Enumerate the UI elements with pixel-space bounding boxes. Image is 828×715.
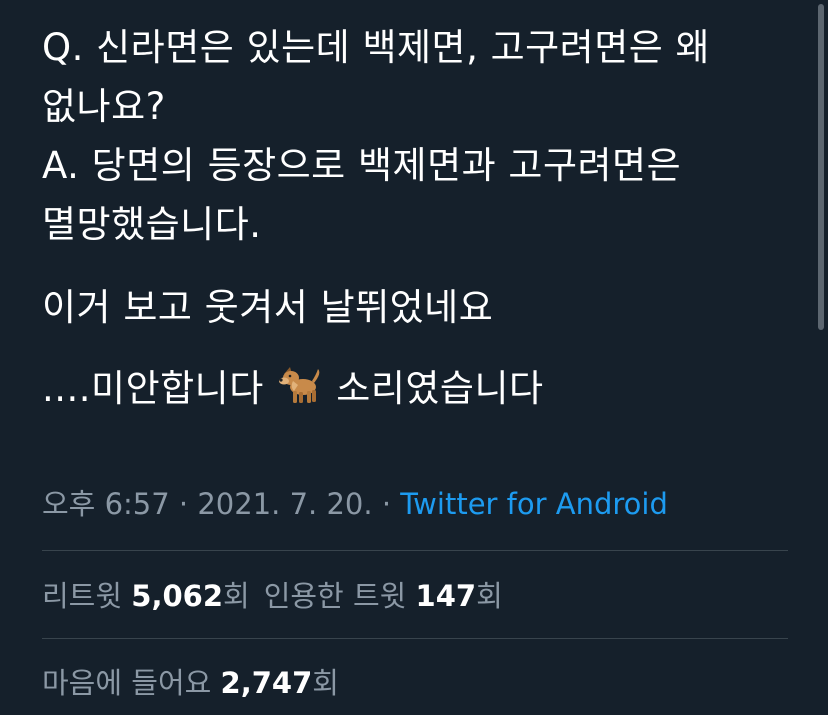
tweet-meta: 오후 6:57 · 2021. 7. 20. · Twitter for And… bbox=[42, 484, 668, 524]
likes-label: 마음에 들어요 bbox=[42, 666, 212, 700]
quote-tweets-count: 147 bbox=[415, 579, 477, 613]
tweet-text-line: 멸망했습니다. bbox=[42, 203, 262, 246]
tweet-text-line: 없나요? bbox=[42, 85, 166, 128]
meta-separator: · bbox=[178, 487, 189, 521]
tweet-text-line: Q. 신라면은 있는데 백제면, 고구려면은 왜 bbox=[42, 26, 711, 69]
retweets-link[interactable]: 리트윗 5,062회 bbox=[42, 579, 250, 613]
tweet-text-prefix: ....미안합니다 bbox=[42, 367, 264, 410]
divider bbox=[42, 550, 788, 551]
dog-icon bbox=[279, 367, 320, 403]
likes-link[interactable]: 마음에 들어요 2,747회 bbox=[42, 666, 339, 700]
like-stats: 마음에 들어요 2,747회 bbox=[42, 663, 339, 703]
tweet-time[interactable]: 오후 6:57 bbox=[42, 487, 170, 521]
tweet-text-line: 이거 보고 웃겨서 날뛰었네요 bbox=[42, 286, 494, 329]
tweet-text-suffix: 소리였습니다 bbox=[336, 367, 544, 410]
retweets-label: 리트윗 bbox=[42, 579, 123, 613]
scrollbar[interactable] bbox=[818, 4, 824, 330]
likes-unit: 회 bbox=[312, 666, 339, 700]
tweet-text-line: ....미안합니다 소리였습니다 bbox=[42, 359, 802, 418]
quote-tweets-link[interactable]: 인용한 트윗 147회 bbox=[264, 579, 503, 613]
retweet-stats: 리트윗 5,062회 인용한 트윗 147회 bbox=[42, 576, 503, 616]
quote-tweets-unit: 회 bbox=[476, 579, 503, 613]
tweet-text: Q. 신라면은 있는데 백제면, 고구려면은 왜 없나요? A. 당면의 등장으… bbox=[42, 18, 802, 418]
likes-count: 2,747 bbox=[220, 666, 313, 700]
tweet-date[interactable]: 2021. 7. 20. bbox=[197, 487, 372, 521]
retweets-count: 5,062 bbox=[131, 579, 223, 613]
tweet-text-line: A. 당면의 등장으로 백제면과 고구려면은 bbox=[42, 144, 682, 187]
retweets-unit: 회 bbox=[223, 579, 250, 613]
quote-tweets-label: 인용한 트윗 bbox=[263, 579, 407, 613]
divider bbox=[42, 638, 788, 639]
meta-separator: · bbox=[381, 487, 392, 521]
tweet-source-link[interactable]: Twitter for Android bbox=[400, 487, 668, 521]
